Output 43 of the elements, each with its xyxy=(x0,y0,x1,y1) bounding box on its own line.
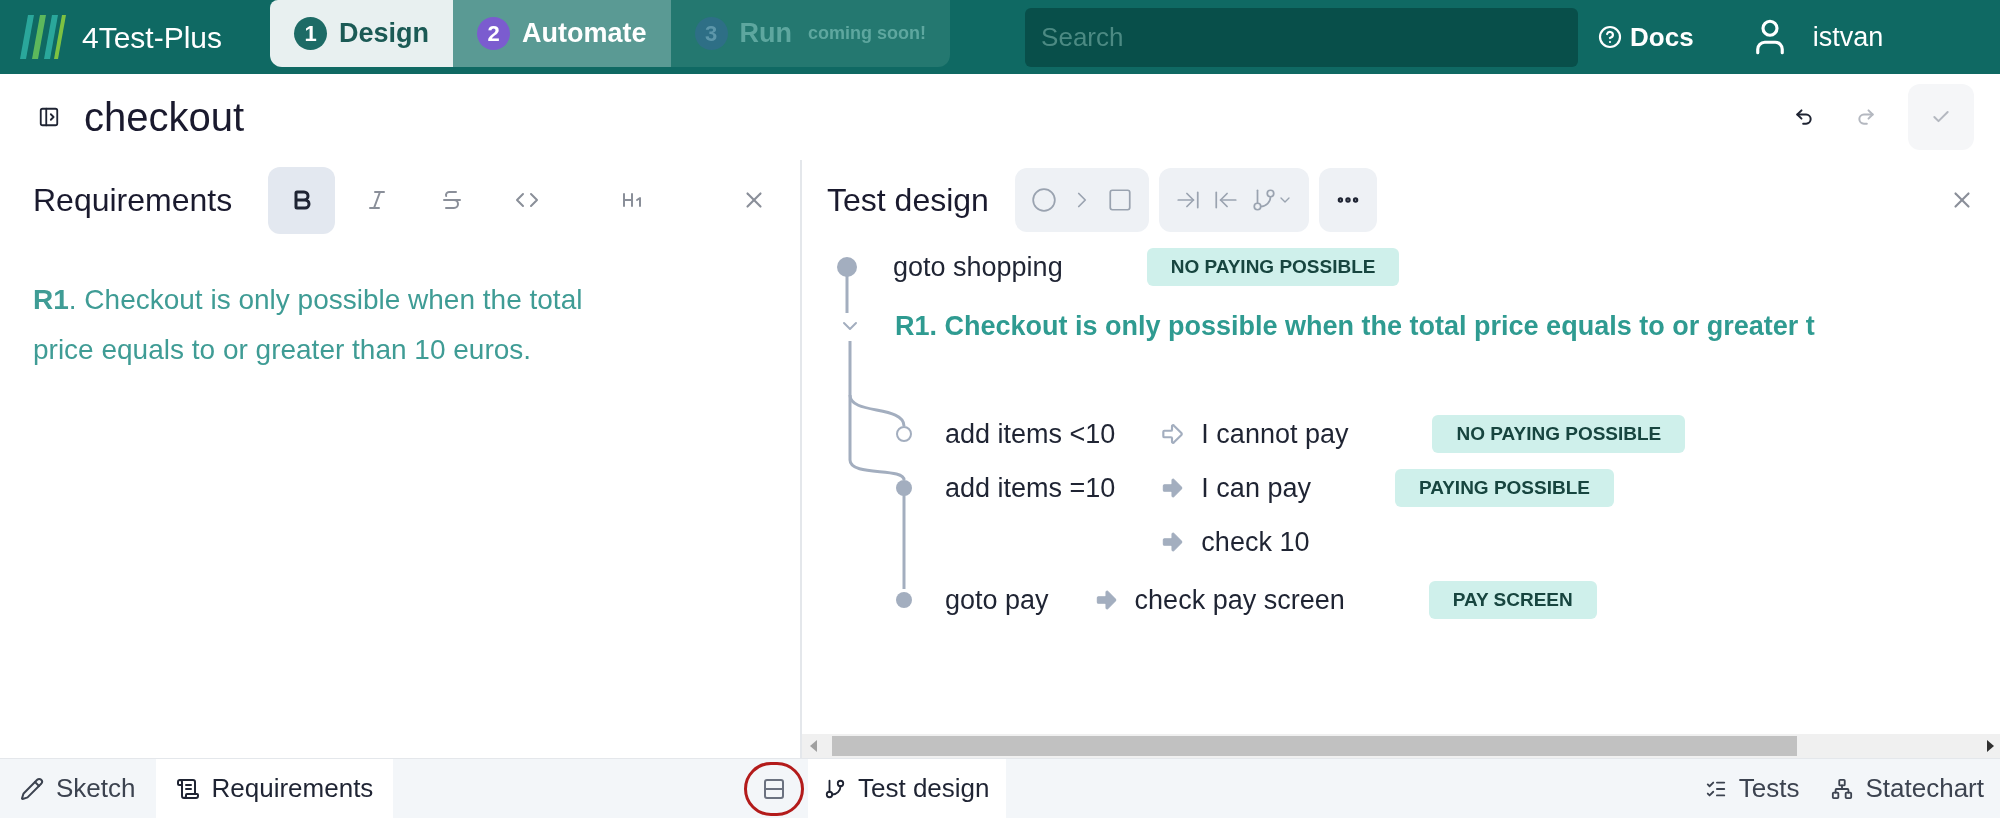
status-badge: NO PAYING POSSIBLE xyxy=(1432,414,1686,454)
step-outcome: check pay screen xyxy=(1134,583,1345,617)
pencil-icon xyxy=(20,776,44,801)
step-label: goto pay xyxy=(945,583,1049,617)
hierarchy-icon xyxy=(1831,777,1854,800)
requirement-heading: R1. Checkout is only possible when the total price equals to or greater t xyxy=(895,309,1815,343)
docs-link[interactable]: Docs xyxy=(1598,17,1694,57)
status-badge: PAY SCREEN xyxy=(1428,580,1597,620)
bottom-tab[interactable]: Test design xyxy=(808,759,1006,818)
logo-icon xyxy=(18,15,66,59)
bottom-tab[interactable]: Tests xyxy=(1688,759,1816,818)
horizontal-scrollbar[interactable] xyxy=(802,734,2000,758)
arrow-icon xyxy=(1159,421,1186,447)
step-outcome: I can pay xyxy=(1201,471,1311,505)
redo-icon xyxy=(1856,107,1876,127)
square-icon[interactable] xyxy=(1106,187,1133,213)
step-label: goto shopping xyxy=(893,250,1063,284)
panel-title: Test design xyxy=(827,181,989,220)
status-badge: PAYING POSSIBLE xyxy=(1394,468,1614,508)
search-field[interactable]: Search xyxy=(1025,7,1579,67)
page-title: checkout xyxy=(84,94,245,141)
status-badge: NO PAYING POSSIBLE xyxy=(1146,247,1400,287)
bottom-tab[interactable]: Requirements xyxy=(155,759,394,818)
app-name: 4Test-Plus xyxy=(82,19,223,56)
step-label: add items <10 xyxy=(945,417,1116,451)
panel-title: Requirements xyxy=(33,181,233,220)
stage-tab[interactable]: 2 Automate xyxy=(453,0,671,67)
user-name[interactable]: istvan xyxy=(1812,16,1884,58)
help-icon xyxy=(1598,25,1623,49)
bottom-tab[interactable]: Sketch xyxy=(0,759,156,818)
scroll-icon xyxy=(175,776,200,801)
undo-icon xyxy=(1794,107,1814,127)
bold-format-button[interactable] xyxy=(268,166,336,234)
bottom-tab[interactable]: Statechart xyxy=(1815,759,2000,818)
stage-tab[interactable]: 1 Design xyxy=(270,0,454,67)
step-label: add items =10 xyxy=(945,471,1116,505)
step-outcome: check 10 xyxy=(1201,525,1310,559)
sidebar-toggle-icon[interactable] xyxy=(38,106,60,128)
branch-icon xyxy=(824,777,846,800)
step-outcome: I cannot pay xyxy=(1201,417,1349,451)
circle-icon[interactable] xyxy=(1030,187,1057,213)
split-panel-icon[interactable] xyxy=(762,776,786,801)
requirement-text: R1. Checkout is only possible when the total price equals to or greater than 10 euros. xyxy=(33,283,584,367)
